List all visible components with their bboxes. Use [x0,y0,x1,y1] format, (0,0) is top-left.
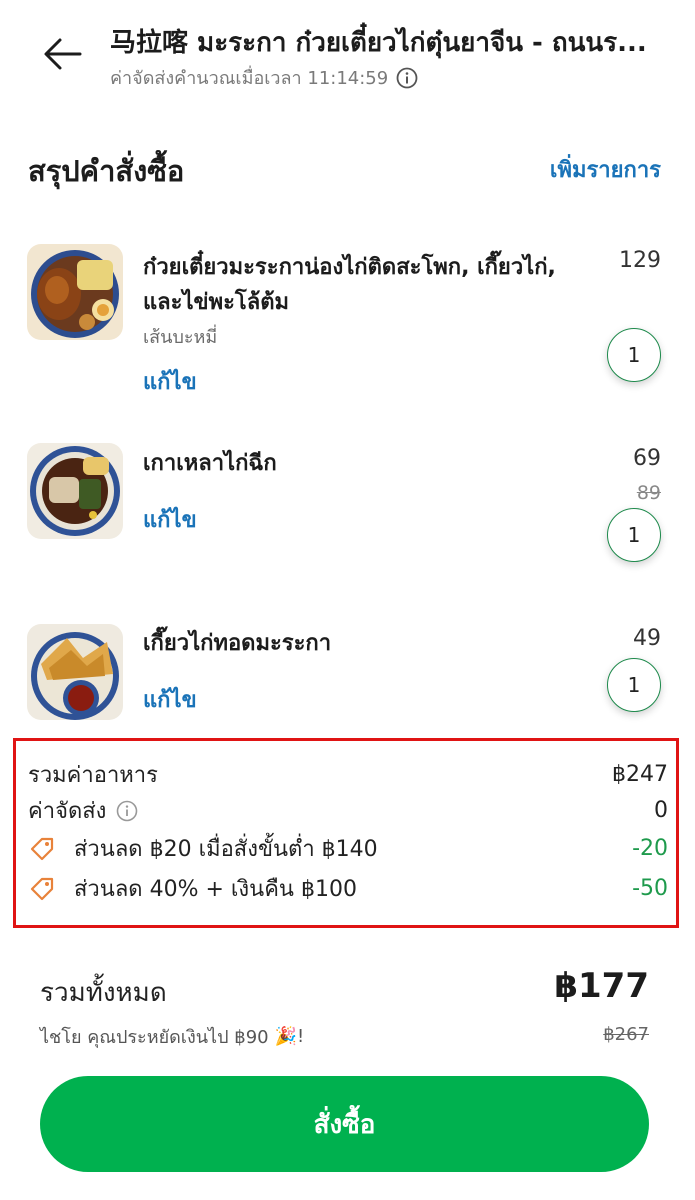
food-subtotal-row: รวมค่าอาหาร ฿247 [28,757,668,792]
edit-item-button[interactable]: แก้ไข [143,364,197,399]
quantity-selector[interactable]: 1 [607,328,661,382]
item-image [27,624,123,720]
discount-value: -20 [632,836,668,861]
discount-row: ส่วนลด 40% + เงินคืน ฿100 -50 [28,871,668,906]
item-name: ก๋วยเตี๋ยวมะระกาน่องไก่ติดสะโพก, เกี๊ยวไ… [143,255,556,315]
edit-item-button[interactable]: แก้ไข [143,682,197,717]
discount-row: ส่วนลด ฿20 เมื่อสั่งขั้นต่ำ ฿140 -20 [28,831,668,866]
food-subtotal-value: ฿247 [612,762,668,787]
item-price: 129 [619,248,661,273]
item-image [27,443,123,539]
item-price: 49 [633,626,661,651]
quantity-selector[interactable]: 1 [607,508,661,562]
item-original-price: 89 [636,482,661,504]
savings-text: ไชโย คุณประหยัดเงินไป ฿90 [40,1027,269,1048]
item-price: 69 [633,446,661,471]
delivery-fee-label: ค่าจัดส่ง [28,799,107,824]
edit-item-button[interactable]: แก้ไข [143,502,197,537]
delivery-calc-time: ค่าจัดส่งคำนวณเมื่อเวลา 11:14:59 [110,63,418,92]
info-icon[interactable] [116,800,138,822]
grand-total-label: รวมทั้งหมด [40,978,167,1008]
discount-label: ส่วนลด ฿20 เมื่อสั่งขั้นต่ำ ฿140 [74,837,378,862]
delivery-calc-time-text: ค่าจัดส่งคำนวณเมื่อเวลา 11:14:59 [110,68,389,89]
quantity-selector[interactable]: 1 [607,658,661,712]
original-total: ฿267 [603,1024,649,1045]
party-popper-icon: 🎉! [274,1026,305,1047]
discount-value: -50 [632,876,668,901]
item-name: เกาเหลาไก่ฉีก [143,451,277,476]
item-image [27,244,123,340]
tag-icon [30,877,54,900]
arrow-left-icon [44,38,82,70]
info-icon[interactable] [396,67,418,89]
order-summary-title: สรุปคำสั่งซื้อ [28,154,185,188]
item-option: เส้นบะหมี่ [143,327,218,348]
restaurant-title: 马拉喀 มะระกา ก๋วยเตี๋ยวไก่ตุ๋นยาจีน - ถนนร… [110,28,647,58]
delivery-fee-value: 0 [654,798,668,823]
grand-total-value: ฿177 [554,966,649,1006]
savings-message: ไชโย คุณประหยัดเงินไป ฿90 🎉! [40,1022,304,1051]
discount-label: ส่วนลด 40% + เงินคืน ฿100 [74,877,357,902]
header: 马拉喀 มะระกา ก๋วยเตี๋ยวไก่ตุ๋นยาจีน - ถนนร… [0,0,695,110]
food-subtotal-label: รวมค่าอาหาร [28,763,158,788]
delivery-fee-row: ค่าจัดส่ง 0 [28,793,668,828]
price-breakdown: รวมค่าอาหาร ฿247 ค่าจัดส่ง 0 ส่วนลด ฿20 … [13,738,679,928]
tag-icon [30,837,54,860]
back-button[interactable] [40,34,84,74]
item-name: เกี๊ยวไก่ทอดมะระกา [143,631,332,656]
place-order-button[interactable]: สั่งซื้อ [40,1076,649,1172]
add-items-link[interactable]: เพิ่มรายการ [550,152,661,187]
